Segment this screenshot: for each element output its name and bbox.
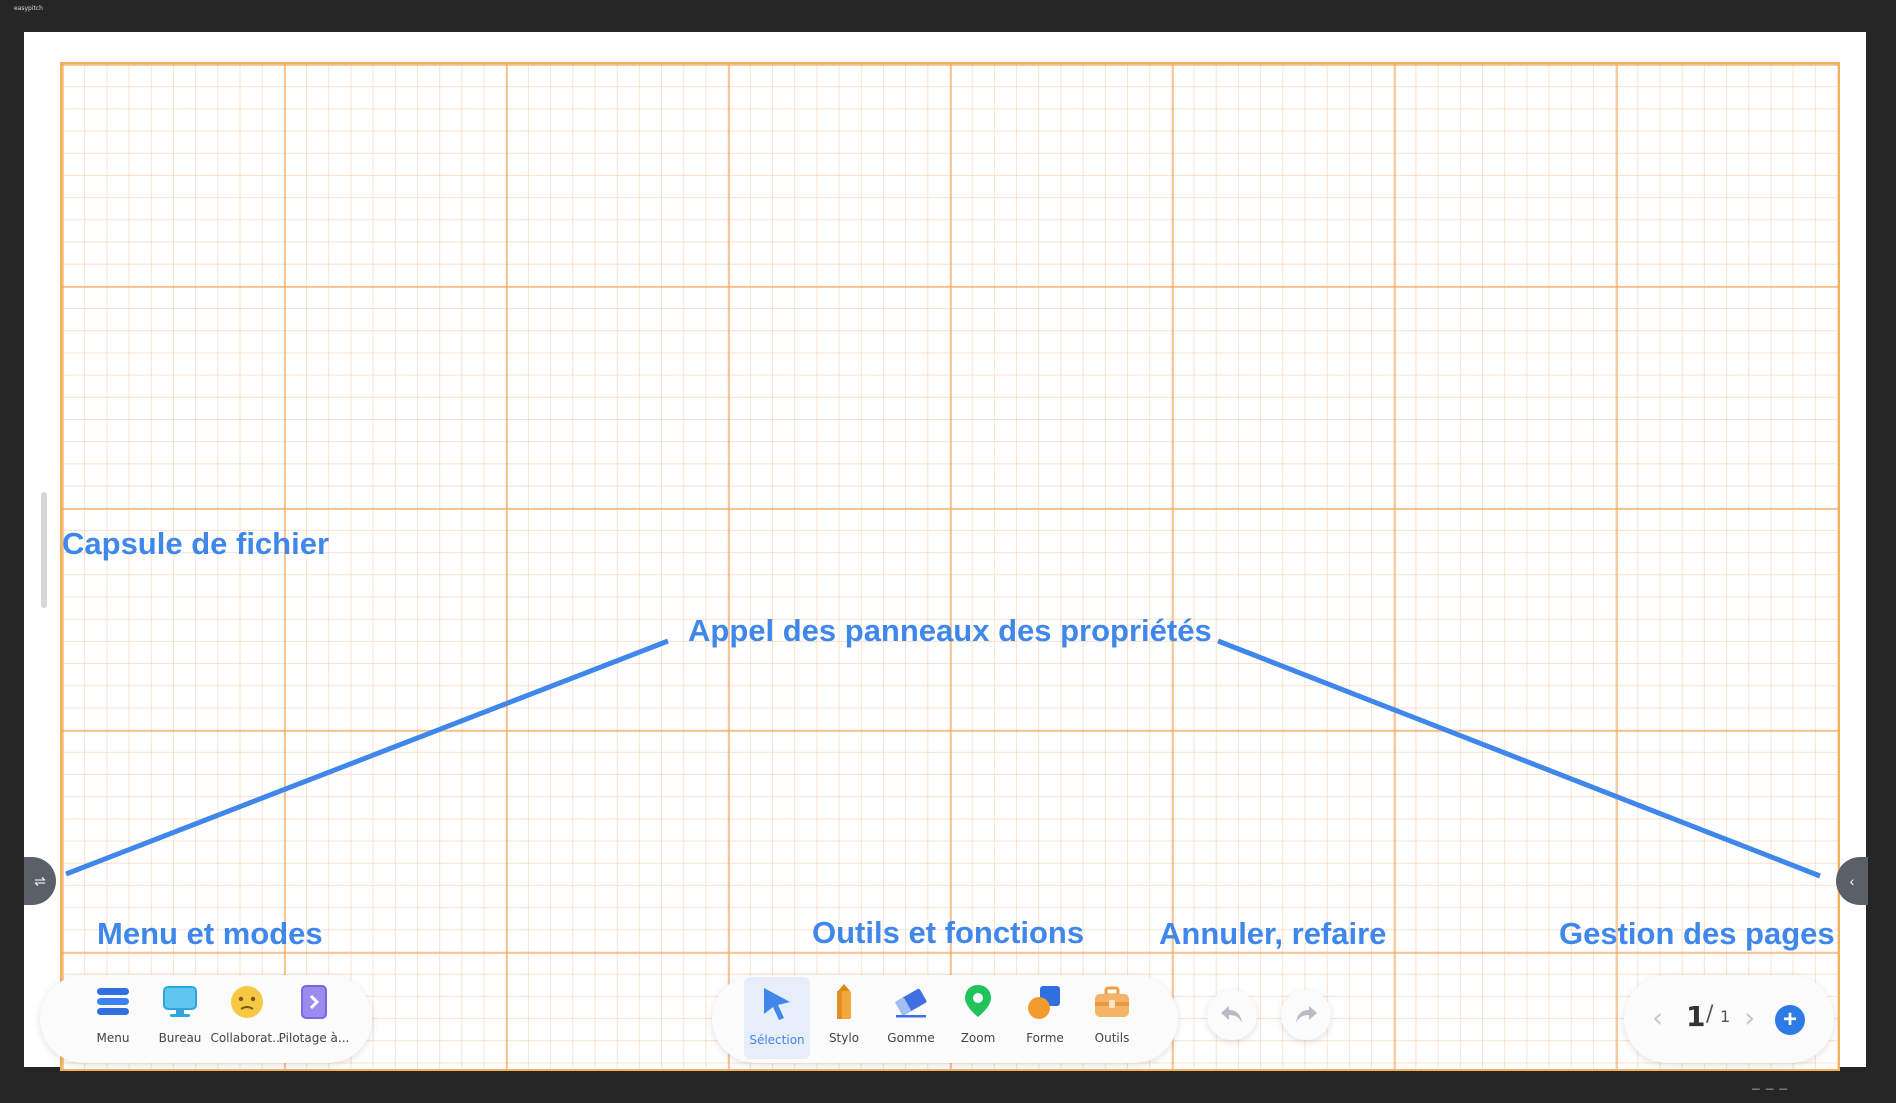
plus-icon: + [1782, 1006, 1797, 1033]
desktop-icon [161, 983, 199, 1021]
location-pin-icon [959, 983, 997, 1021]
tools-toolbar: Sélection Stylo Gomme Zoom Forme Outils [712, 975, 1178, 1063]
selection-label: Sélection [749, 1033, 805, 1047]
pen-icon [825, 983, 863, 1021]
next-page-button[interactable]: › [1744, 1001, 1755, 1034]
app-logo: easypitch [14, 5, 43, 12]
eraser-label: Gomme [887, 1031, 935, 1045]
menu-label: Menu [96, 1031, 130, 1045]
remote-control-label: Pilotage à... [278, 1031, 350, 1045]
shape-tool[interactable]: Forme [1012, 975, 1078, 1057]
remote-control-icon [295, 983, 333, 1021]
redo-icon [1296, 1006, 1317, 1023]
shape-icon [1026, 983, 1064, 1021]
annotation-page-management: Gestion des pages [1559, 916, 1835, 951]
file-capsule-handle[interactable] [41, 492, 47, 608]
current-page: 1 [1686, 1000, 1706, 1033]
desktop-label: Bureau [158, 1031, 202, 1045]
collaboration-button[interactable]: Collaborat... [210, 975, 284, 1057]
eraser-tool[interactable]: Gomme [878, 975, 944, 1057]
redo-button[interactable] [1281, 990, 1331, 1040]
chevron-left-icon: ‹ [1849, 873, 1855, 889]
annotation-undo-redo: Annuler, refaire [1159, 916, 1387, 951]
menu-icon [94, 983, 132, 1021]
swap-icon: ⇌ [34, 872, 46, 889]
shape-label: Forme [1026, 1031, 1064, 1045]
toolbox-icon [1093, 983, 1131, 1021]
collaboration-icon [228, 983, 266, 1021]
tools-label: Outils [1094, 1031, 1130, 1045]
page-manager: ‹ 1 / 1 › + [1624, 975, 1834, 1063]
collaboration-label: Collaborat... [210, 1031, 284, 1045]
page-separator: / [1706, 1002, 1714, 1027]
pen-tool[interactable]: Stylo [811, 975, 877, 1057]
total-pages: 1 [1720, 1007, 1731, 1026]
cursor-icon [758, 985, 796, 1023]
desktop-button[interactable]: Bureau [147, 975, 213, 1057]
zoom-label: Zoom [960, 1031, 996, 1045]
pen-label: Stylo [828, 1031, 860, 1045]
add-page-button[interactable]: + [1775, 1005, 1805, 1035]
menu-button[interactable]: Menu [80, 975, 146, 1057]
prev-page-button[interactable]: ‹ [1652, 1001, 1663, 1034]
annotation-menu-modes: Menu et modes [97, 916, 323, 951]
tools-button[interactable]: Outils [1079, 975, 1145, 1057]
remote-control-button[interactable]: Pilotage à... [278, 975, 350, 1057]
undo-icon [1221, 1006, 1242, 1023]
annotation-tools-functions: Outils et fonctions [812, 915, 1085, 950]
bottom-indicators: ▔▔▔ [1752, 1090, 1794, 1101]
zoom-tool[interactable]: Zoom [945, 975, 1011, 1057]
selection-tool[interactable]: Sélection [744, 977, 810, 1059]
annotation-file-capsule: Capsule de fichier [62, 526, 330, 561]
menu-modes-toolbar: Menu Bureau Collaborat... Pilotage à... [40, 975, 372, 1063]
eraser-icon [892, 983, 930, 1021]
undo-button[interactable] [1207, 990, 1257, 1040]
annotation-properties-panels: Appel des panneaux des propriétés [688, 613, 1212, 648]
